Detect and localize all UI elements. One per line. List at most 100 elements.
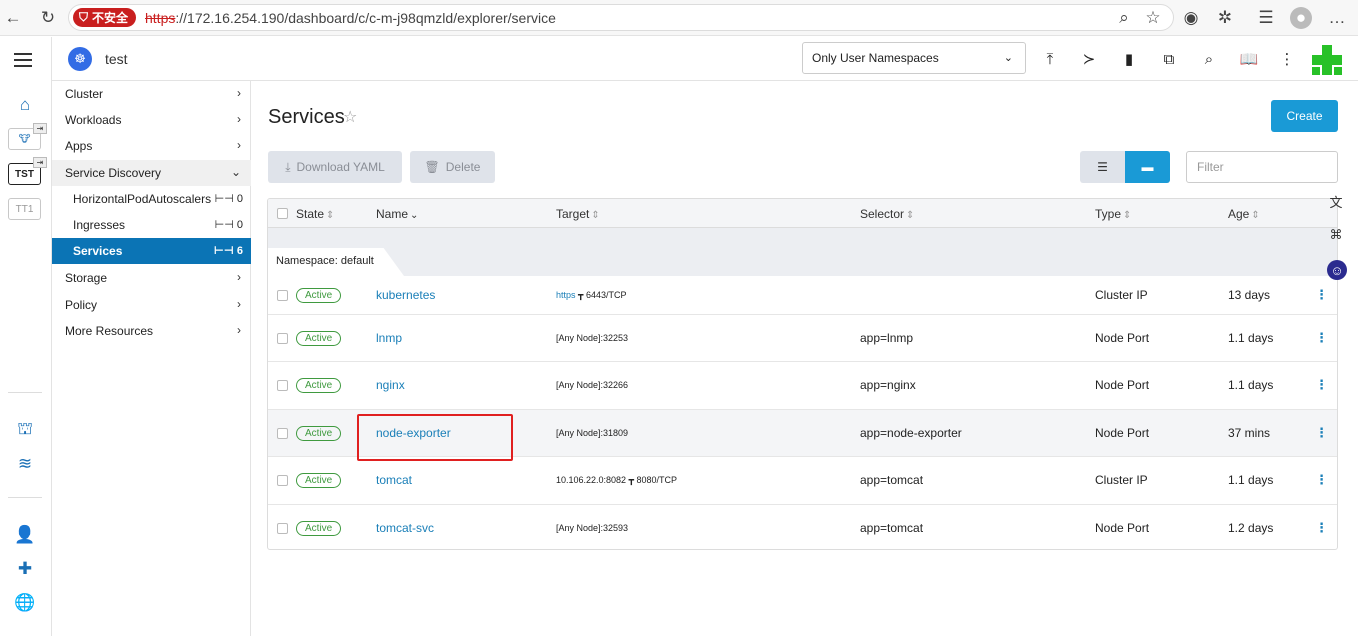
favorite-star-icon[interactable]: ☆ bbox=[343, 107, 357, 127]
insecure-badge[interactable]: ⛉ 不安全 bbox=[73, 8, 137, 27]
grid-apps-icon[interactable]: ⌘ bbox=[1327, 226, 1345, 244]
more-icon[interactable]: … bbox=[1326, 7, 1348, 29]
nav-policy[interactable]: Policy › bbox=[52, 292, 251, 318]
row-checkbox[interactable] bbox=[277, 380, 288, 391]
favorite-star-icon[interactable]: ☆ bbox=[1142, 7, 1164, 29]
table-row[interactable]: Active tomcat-svc [Any Node]:32593 app=t… bbox=[268, 505, 1337, 549]
sort-icon: ⇕ bbox=[1251, 210, 1260, 221]
row-actions-icon[interactable]: ⋮ bbox=[1315, 520, 1328, 536]
kebab-menu-icon[interactable]: ⋮ bbox=[1276, 48, 1298, 70]
kubectl-shell-icon[interactable]: ≻ bbox=[1078, 48, 1100, 70]
sort-icon: ⇕ bbox=[591, 210, 600, 221]
col-age[interactable]: Age ⇕ bbox=[1228, 207, 1260, 221]
fleet-icon[interactable]: ≋ bbox=[12, 453, 38, 475]
menu-icon[interactable] bbox=[14, 53, 32, 67]
col-state[interactable]: State ⇕ bbox=[296, 207, 334, 221]
user-icon[interactable]: 👤 bbox=[12, 524, 38, 546]
copy-kubeconfig-icon[interactable]: ⧉ bbox=[1158, 48, 1180, 70]
user-avatar[interactable] bbox=[1312, 45, 1342, 75]
apps-marketplace-icon[interactable]: ⛫ bbox=[12, 419, 38, 441]
row-actions-icon[interactable]: ⋮ bbox=[1315, 377, 1328, 393]
age-cell: 13 days bbox=[1228, 288, 1271, 302]
extension-icon[interactable]: ◉ bbox=[1180, 7, 1202, 29]
service-name-link[interactable]: kubernetes bbox=[376, 288, 435, 302]
col-target[interactable]: Target ⇕ bbox=[556, 207, 600, 221]
nav-apps[interactable]: Apps › bbox=[52, 133, 251, 159]
chevron-down-icon: ⌄ bbox=[1003, 52, 1013, 64]
nav-more-resources[interactable]: More Resources › bbox=[52, 318, 251, 344]
search-icon[interactable]: ⌕ bbox=[1198, 48, 1220, 70]
docs-book-icon[interactable]: 📖 bbox=[1238, 48, 1260, 70]
select-all-checkbox[interactable] bbox=[277, 208, 288, 219]
status-badge: Active bbox=[296, 521, 342, 536]
type-cell: Node Port bbox=[1095, 426, 1150, 440]
row-actions-icon[interactable]: ⋮ bbox=[1315, 472, 1328, 488]
row-checkbox[interactable] bbox=[277, 475, 288, 486]
target-cell: [Any Node]:32253 bbox=[556, 333, 629, 343]
selector-cell: app=nginx bbox=[860, 378, 916, 392]
cluster-name: test bbox=[105, 51, 128, 67]
pin-icon[interactable]: ⇥ bbox=[33, 123, 47, 134]
back-icon[interactable]: ← bbox=[2, 7, 24, 29]
age-cell: 1.2 days bbox=[1228, 521, 1274, 535]
col-name[interactable]: Name ⌄ bbox=[376, 207, 418, 221]
download-yaml-button[interactable]: ⤓ Download YAML bbox=[268, 151, 402, 183]
target-cell: [Any Node]:32593 bbox=[556, 523, 629, 533]
rail-divider bbox=[8, 497, 42, 498]
profile-icon[interactable]: ● bbox=[1290, 7, 1312, 29]
address-bar[interactable]: ⛉ 不安全 https://172.16.254.190/dashboard/c… bbox=[68, 4, 1174, 31]
table-row[interactable]: Active kubernetes https ┳ 6443/TCP Clust… bbox=[268, 276, 1337, 315]
zoom-icon[interactable]: ⌕ bbox=[1113, 7, 1135, 29]
age-cell: 1.1 days bbox=[1228, 378, 1274, 392]
row-checkbox[interactable] bbox=[277, 523, 288, 534]
assistant-bot-icon[interactable]: ☺ bbox=[1327, 260, 1347, 280]
extensions-icon[interactable]: ✚ bbox=[12, 558, 38, 580]
service-name-link[interactable]: tomcat bbox=[376, 473, 412, 487]
side-navigation: Cluster › Workloads › Apps › Service Discov… bbox=[52, 81, 251, 636]
service-name-link[interactable]: nginx bbox=[376, 378, 405, 392]
row-checkbox[interactable] bbox=[277, 428, 288, 439]
table-row[interactable]: Active tomcat 10.106.22.0:8082 ┳ 8080/TC… bbox=[268, 457, 1337, 505]
create-button[interactable]: Create bbox=[1271, 100, 1338, 132]
rail-divider bbox=[8, 392, 42, 393]
home-icon[interactable]: ⌂ bbox=[12, 94, 38, 116]
favorites-icon[interactable]: ☰ bbox=[1255, 7, 1277, 29]
puzzle-icon[interactable]: ✲ bbox=[1214, 7, 1236, 29]
row-actions-icon[interactable]: ⋮ bbox=[1315, 425, 1328, 441]
nav-cluster[interactable]: Cluster › bbox=[52, 81, 251, 107]
row-checkbox[interactable] bbox=[277, 333, 288, 344]
namespace-group-label: Namespace: default bbox=[268, 248, 404, 276]
nav-services[interactable]: Services ⊢⊣ 6 bbox=[52, 238, 251, 264]
target-link[interactable]: https bbox=[556, 290, 576, 300]
namespace-filter-select[interactable]: Only User Namespaces ⌄ bbox=[802, 42, 1026, 74]
import-yaml-icon[interactable]: ⤒ bbox=[1039, 48, 1061, 70]
status-badge: Active bbox=[296, 378, 342, 393]
cluster-chip-tt1[interactable]: TT1 bbox=[8, 198, 41, 220]
nav-ingresses[interactable]: Ingresses ⊢⊣ 0 bbox=[52, 212, 251, 238]
cluster-rail: ⌂ 🐮 ⇥ TST ⇥ TT1 ⛫ ≋ 👤 ✚ 🌐 bbox=[0, 37, 52, 636]
nav-service-discovery[interactable]: Service Discovery ⌄ bbox=[52, 160, 251, 186]
delete-button[interactable]: 🗑 Delete bbox=[410, 151, 495, 183]
service-name-link[interactable]: tomcat-svc bbox=[376, 521, 434, 535]
table-row[interactable]: Active lnmp [Any Node]:32253 app=lnmp No… bbox=[268, 315, 1337, 362]
reload-icon[interactable]: ↻ bbox=[37, 7, 59, 29]
row-actions-icon[interactable]: ⋮ bbox=[1315, 330, 1328, 346]
trash-icon: 🗑 bbox=[424, 160, 440, 174]
download-kubeconfig-icon[interactable]: ▮ bbox=[1118, 48, 1140, 70]
group-by-namespace-icon[interactable]: ▬ bbox=[1125, 151, 1170, 183]
translate-icon[interactable]: 文 bbox=[1327, 192, 1345, 210]
table-row[interactable]: Active nginx [Any Node]:32266 app=nginx … bbox=[268, 362, 1337, 410]
row-checkbox[interactable] bbox=[277, 290, 288, 301]
col-type[interactable]: Type ⇕ bbox=[1095, 207, 1131, 221]
services-table: State ⇕ Name ⌄ Target ⇕ Selector ⇕ Type ⇕ Age… bbox=[267, 198, 1338, 550]
list-view-icon[interactable]: ☰ bbox=[1080, 151, 1125, 183]
globe-icon[interactable]: 🌐 bbox=[12, 592, 38, 614]
sort-icon: ⇕ bbox=[1123, 210, 1132, 221]
nav-workloads[interactable]: Workloads › bbox=[52, 107, 251, 133]
service-name-link[interactable]: lnmp bbox=[376, 331, 402, 345]
filter-input[interactable]: Filter bbox=[1186, 151, 1338, 183]
pin-icon[interactable]: ⇥ bbox=[33, 157, 47, 168]
nav-horizontalpodautoscalers[interactable]: HorizontalPodAutoscalers ⊢⊣ 0 bbox=[52, 186, 251, 212]
col-selector[interactable]: Selector ⇕ bbox=[860, 207, 914, 221]
nav-storage[interactable]: Storage › bbox=[52, 265, 251, 291]
